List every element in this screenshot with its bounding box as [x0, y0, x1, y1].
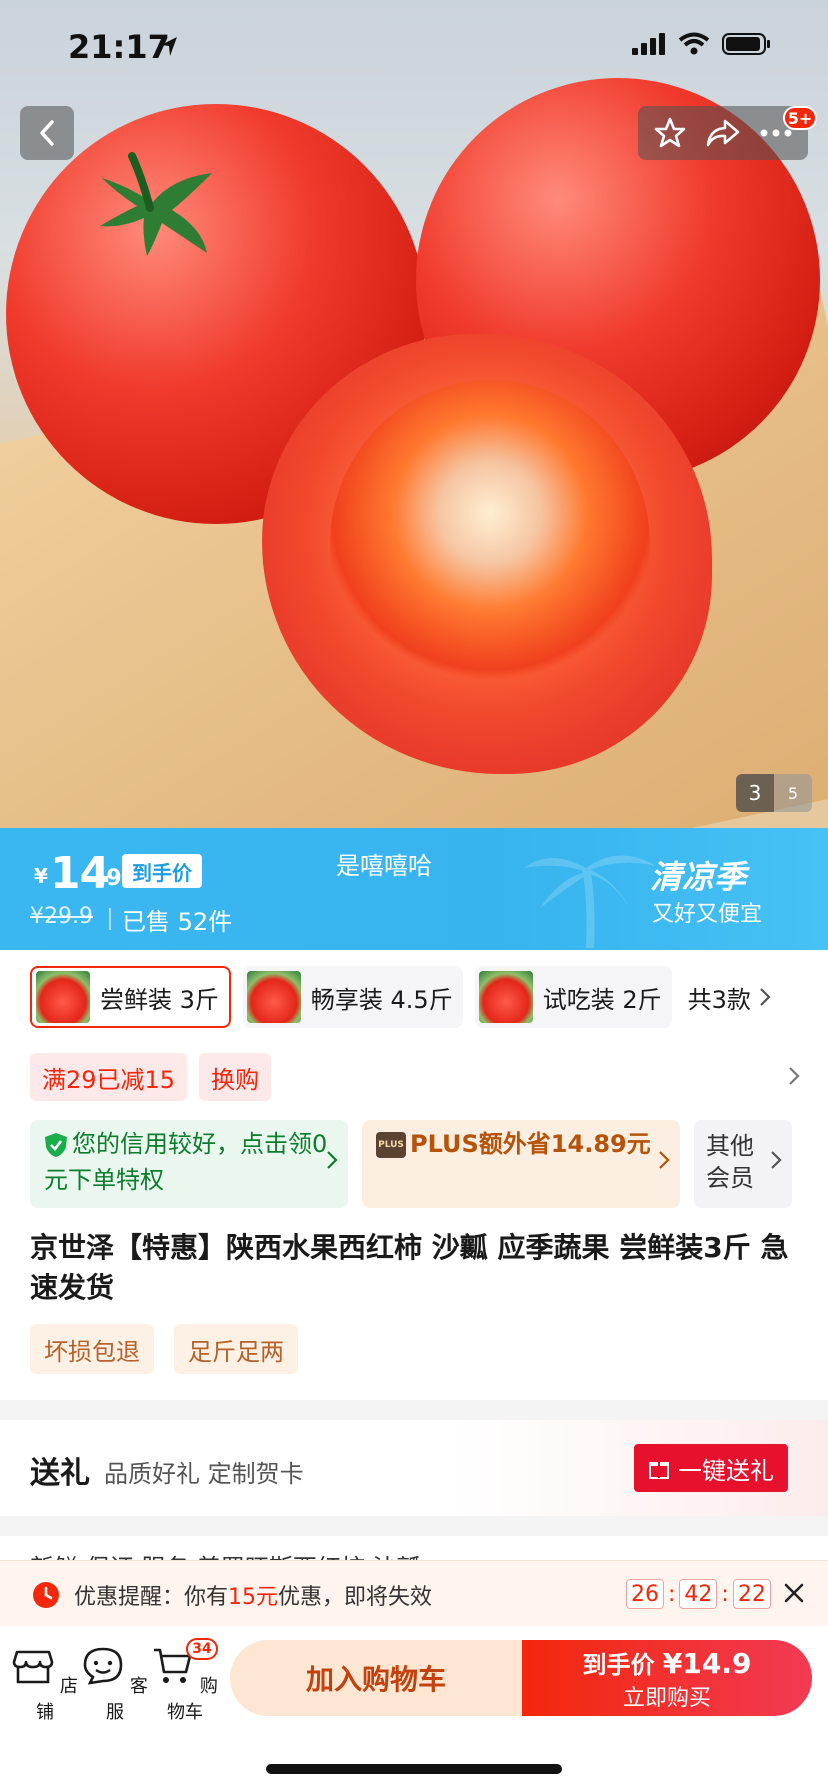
service-tags: 坏损包退 足斤足两 — [30, 1324, 298, 1374]
chat-icon — [83, 1647, 123, 1685]
share-icon[interactable] — [705, 117, 741, 149]
variant-option-1[interactable]: 尝鲜装 3斤 — [30, 966, 231, 1028]
variant-thumbnail — [36, 971, 90, 1023]
season-title: 清凉季 — [650, 858, 747, 896]
one-click-gift-button[interactable]: 一键送礼 — [634, 1444, 788, 1492]
chevron-right-icon — [760, 988, 771, 1006]
service-tag[interactable]: 坏损包退 — [30, 1324, 154, 1374]
variant-count: 共3款 — [687, 985, 751, 1014]
add-to-cart-button[interactable]: 加入购物车 — [230, 1640, 522, 1716]
coupon-prefix: 优惠提醒：你有 — [74, 1585, 229, 1610]
chevron-left-icon — [40, 120, 54, 146]
tomato-flesh — [330, 380, 650, 710]
variant-label: 畅享装 4.5斤 — [310, 985, 453, 1014]
palm-tree-icon — [524, 855, 656, 948]
variant-option-3[interactable]: 试吃装 2斤 — [474, 966, 672, 1028]
page-total: 5 — [774, 774, 812, 812]
clock-icon — [33, 1582, 59, 1608]
product-info-card: 尝鲜装 3斤 畅享装 4.5斤 试吃装 2斤 共3款 满29已减15 换购 您的… — [0, 950, 828, 1400]
buy-price-line: 到手价 ¥14.9 — [583, 1645, 752, 1680]
plus-perk-card[interactable]: PLUS PLUS额外省14.89元 — [362, 1120, 680, 1208]
wifi-icon — [678, 32, 710, 55]
chevron-right-icon — [771, 1151, 782, 1169]
buy-price: ¥14.9 — [662, 1646, 752, 1680]
status-time: 21:17 — [68, 28, 170, 66]
chevron-right-icon — [659, 1151, 670, 1169]
all-variants-link[interactable]: 共3款 — [688, 980, 771, 1015]
price-decimal: .9 — [98, 866, 122, 891]
variant-thumbnail — [246, 971, 301, 1023]
season-subtitle: 又好又便宜 — [652, 902, 763, 927]
gift-button-label: 一键送礼 — [678, 1456, 774, 1485]
timer-seconds: 22 — [732, 1579, 771, 1609]
service-tag[interactable]: 足斤足两 — [174, 1324, 298, 1374]
home-indicator — [266, 1764, 562, 1774]
price-divider — [109, 908, 111, 930]
price-banner: ¥ 14 .9 到手价 ¥29.9 已售 52件 是嘻嘻哈 清凉季 又好又便宜 — [0, 828, 828, 950]
favorite-star-icon[interactable] — [653, 116, 687, 150]
variant-option-2[interactable]: 畅享装 4.5斤 — [242, 966, 463, 1028]
location-arrow-icon — [161, 37, 177, 56]
variant-selector: 尝鲜装 3斤 畅享装 4.5斤 试吃装 2斤 共3款 — [30, 966, 820, 1028]
promo-exchange[interactable]: 换购 — [199, 1053, 272, 1101]
plus-perk-text: PLUS额外省14.89元 — [410, 1130, 651, 1158]
gift-subtitle: 品质好礼 定制贺卡 — [104, 1460, 304, 1488]
product-image-carousel[interactable]: 21:17 5+ 3 5 — [0, 0, 828, 828]
gift-title: 送礼 — [30, 1456, 90, 1491]
promo-row[interactable]: 满29已减15 换购 — [30, 1052, 800, 1102]
countdown-timer: 26: 42: 22 — [626, 1579, 771, 1609]
image-page-indicator: 3 5 — [736, 774, 812, 812]
perks-row: 您的信用较好，点击领0元下单特权 PLUS PLUS额外省14.89元 其他会员 — [30, 1120, 800, 1208]
cart-count-badge: 34 — [186, 1638, 218, 1660]
cart-button[interactable]: 购物车 34 — [150, 1638, 220, 1724]
close-icon[interactable] — [778, 1577, 810, 1609]
original-price: ¥29.9 — [30, 904, 93, 929]
final-price-tag: 到手价 — [122, 854, 202, 888]
credit-perk-text: 您的信用较好，点击领0元下单特权 — [44, 1130, 328, 1194]
page-current: 3 — [736, 774, 774, 812]
other-member-text: 其他会员 — [706, 1132, 754, 1192]
credit-perk-card[interactable]: 您的信用较好，点击领0元下单特权 — [30, 1120, 348, 1208]
product-title: 京世泽【特惠】陕西水果西红柿 沙瓤 应季蔬果 尝鲜装3斤 急速发货 — [30, 1231, 789, 1304]
sold-count: 已售 52件 — [122, 908, 233, 936]
customer-service-button[interactable]: 客服 — [80, 1646, 150, 1724]
coupon-reminder-bar[interactable]: 优惠提醒：你有15元优惠，即将失效 26: 42: 22 — [0, 1560, 828, 1626]
price-currency: ¥ — [34, 864, 48, 888]
plus-logo-icon: PLUS — [376, 1132, 406, 1158]
gift-icon — [649, 1462, 669, 1479]
tomato-stem — [100, 152, 212, 256]
more-icon[interactable] — [759, 128, 793, 138]
timer-minutes: 42 — [679, 1579, 718, 1609]
promo-discount[interactable]: 满29已减15 — [30, 1053, 188, 1101]
status-bar: 21:17 — [0, 0, 828, 92]
back-button[interactable] — [20, 106, 74, 160]
chevron-right-icon[interactable] — [788, 1066, 800, 1086]
timer-hours: 26 — [626, 1579, 664, 1609]
coupon-suffix: 优惠，即将失效 — [278, 1585, 433, 1610]
gift-section: 送礼 品质好礼 定制贺卡 一键送礼 — [0, 1420, 828, 1516]
shop-icon — [12, 1650, 54, 1684]
shield-check-icon — [45, 1133, 67, 1157]
variant-label: 试吃装 2斤 — [542, 985, 662, 1014]
other-member-card[interactable]: 其他会员 — [694, 1120, 792, 1208]
shop-slogan: 是嘻嘻哈 — [336, 852, 432, 880]
signal-icon — [632, 33, 665, 55]
variant-label: 尝鲜装 3斤 — [100, 985, 219, 1014]
coupon-amount: 15元 — [228, 1585, 279, 1610]
notification-badge: 5+ — [783, 106, 817, 130]
buy-price-prefix: 到手价 — [582, 1650, 663, 1679]
variant-thumbnail — [478, 971, 533, 1023]
chevron-right-icon — [327, 1151, 338, 1169]
coupon-text: 优惠提醒：你有15元优惠，即将失效 — [74, 1579, 432, 1611]
buy-now-label: 立即购买 — [622, 1685, 711, 1711]
battery-icon — [722, 33, 770, 55]
buy-now-button[interactable]: 到手价 ¥14.9 立即购买 — [522, 1640, 812, 1716]
shop-button[interactable]: 店铺 — [10, 1646, 80, 1724]
